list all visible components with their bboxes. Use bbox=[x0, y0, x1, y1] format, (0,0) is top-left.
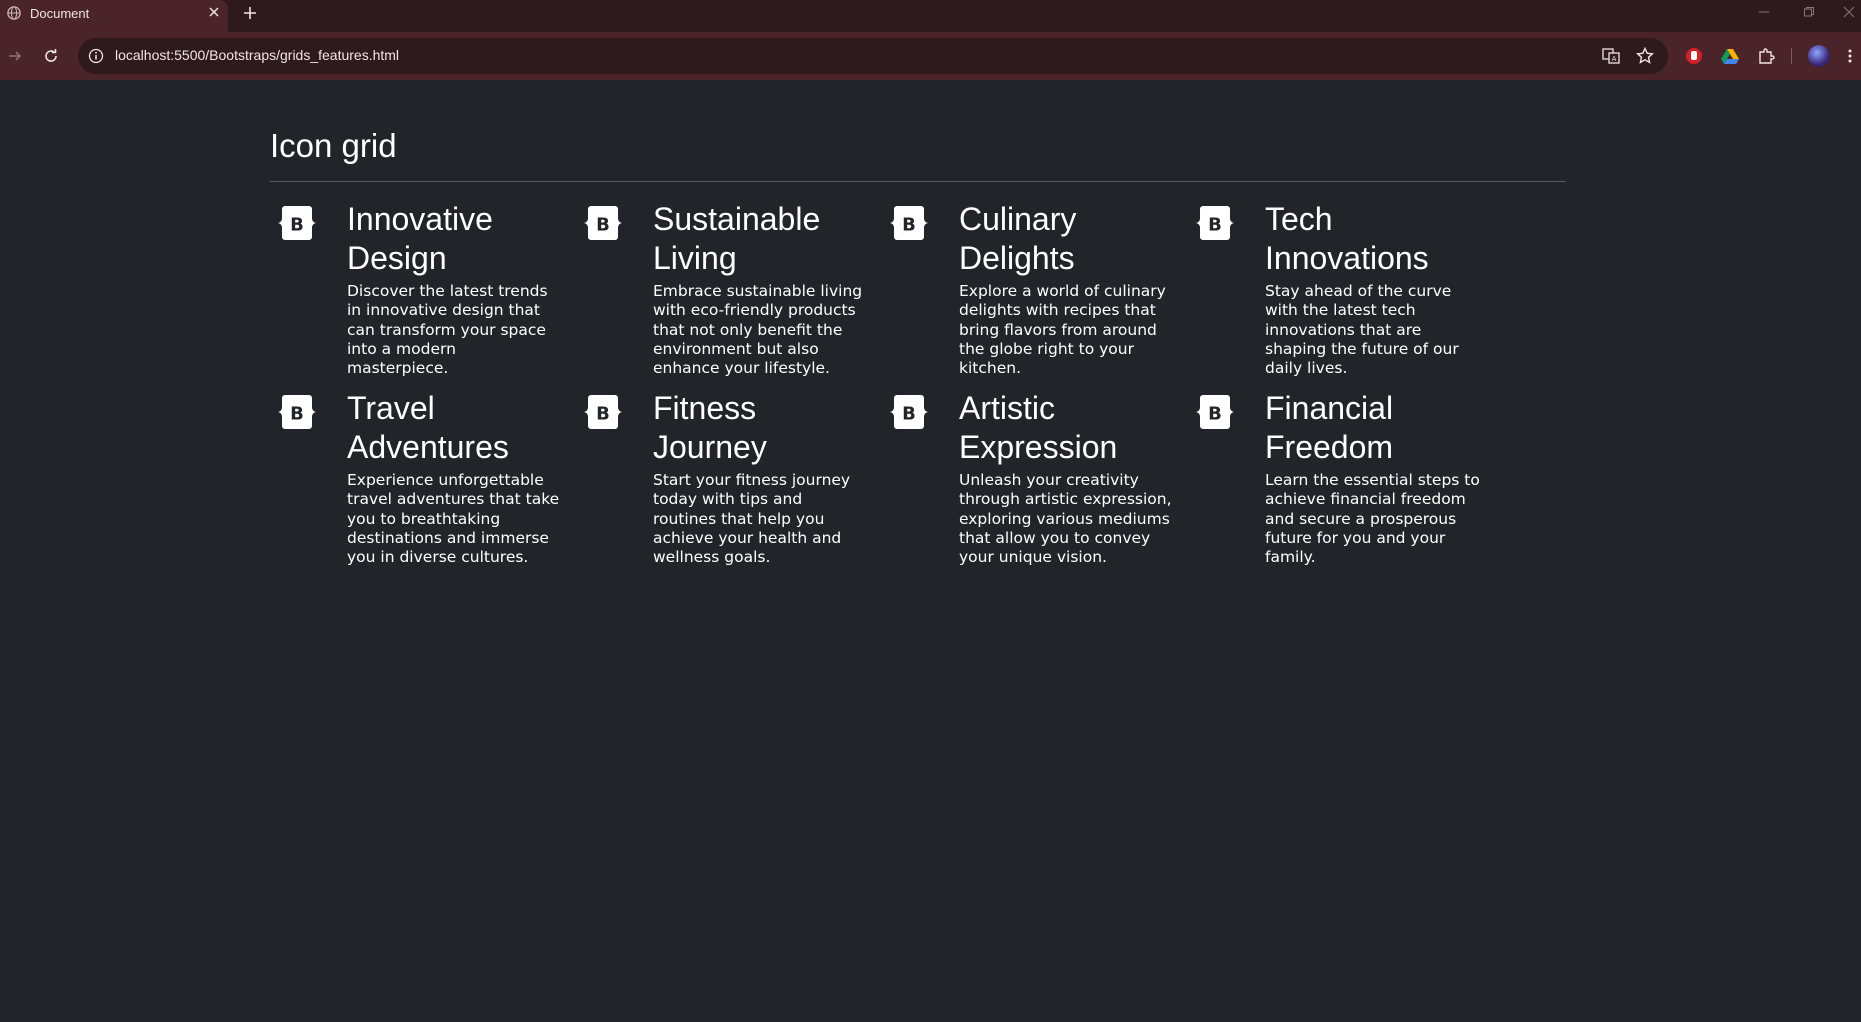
feature-item: B Sustainable Living Embrace sustainable… bbox=[576, 200, 882, 389]
feature-description: Discover the latest trends in innovative… bbox=[347, 282, 548, 378]
feature-description: Stay ahead of the curve with the latest … bbox=[1265, 282, 1459, 378]
close-window-icon[interactable] bbox=[1835, 2, 1861, 22]
feature-item: B Travel Adventures Experience unforgett… bbox=[270, 389, 576, 578]
bootstrap-icon: B bbox=[278, 206, 316, 240]
browser-toolbar: localhost:5500/Bootstraps/grids_features… bbox=[0, 32, 1861, 80]
svg-text:B: B bbox=[596, 215, 610, 236]
minimize-icon[interactable] bbox=[1750, 2, 1778, 22]
feature-title: Tech Innovations bbox=[1265, 201, 1429, 276]
feature-title: Fitness Journey bbox=[653, 390, 767, 465]
bootstrap-icon: B bbox=[278, 395, 316, 429]
feature-item: B Artistic Expression Unleash your creat… bbox=[882, 389, 1188, 578]
svg-text:B: B bbox=[902, 404, 916, 425]
feature-item: B Financial Freedom Learn the essential … bbox=[1188, 389, 1494, 578]
tab-title: Document bbox=[30, 6, 90, 21]
feature-item: B Culinary Delights Explore a world of c… bbox=[882, 200, 1188, 389]
puzzle-icon[interactable] bbox=[1754, 44, 1778, 68]
globe-icon bbox=[7, 6, 21, 20]
info-icon[interactable] bbox=[88, 48, 104, 64]
feature-title: Sustainable Living bbox=[653, 201, 821, 276]
feature-description: Experience unforgettable travel adventur… bbox=[347, 471, 560, 567]
feature-item: B Fitness Journey Start your fitness jou… bbox=[576, 389, 882, 578]
feature-description: Start your fitness journey today with ti… bbox=[653, 471, 851, 567]
bootstrap-icon: B bbox=[1196, 395, 1234, 429]
avatar[interactable] bbox=[1808, 45, 1830, 67]
forward-icon[interactable] bbox=[3, 44, 27, 68]
feature-description: Unleash your creativity through artistic… bbox=[959, 471, 1172, 567]
close-icon[interactable] bbox=[206, 4, 222, 20]
restore-icon[interactable] bbox=[1795, 2, 1823, 22]
tab-strip: Document bbox=[0, 0, 1861, 32]
drive-icon[interactable] bbox=[1718, 44, 1742, 68]
feature-title: Artistic Expression bbox=[959, 390, 1118, 465]
feature-title: Financial Freedom bbox=[1265, 390, 1394, 465]
bootstrap-icon: B bbox=[890, 206, 928, 240]
tab-document[interactable]: Document bbox=[0, 0, 228, 32]
bootstrap-icon: B bbox=[584, 395, 622, 429]
bootstrap-icon: B bbox=[890, 395, 928, 429]
translate-icon[interactable]: A bbox=[1601, 46, 1621, 66]
reload-icon[interactable] bbox=[39, 44, 63, 68]
address-bar[interactable]: localhost:5500/Bootstraps/grids_features… bbox=[78, 38, 1668, 74]
svg-text:A: A bbox=[1612, 55, 1617, 63]
svg-text:B: B bbox=[290, 215, 304, 236]
icon-grid: B Innovative Design Discover the latest … bbox=[270, 200, 1494, 578]
star-icon[interactable] bbox=[1635, 46, 1655, 66]
feature-item: B Innovative Design Discover the latest … bbox=[270, 200, 576, 389]
url-text: localhost:5500/Bootstraps/grids_features… bbox=[115, 47, 400, 63]
toolbar-divider bbox=[1791, 48, 1792, 64]
svg-text:B: B bbox=[902, 215, 916, 236]
bootstrap-icon: B bbox=[1196, 206, 1234, 240]
plus-icon[interactable] bbox=[240, 3, 260, 23]
feature-item: B Tech Innovations Stay ahead of the cur… bbox=[1188, 200, 1494, 389]
feature-title: Innovative Design bbox=[347, 201, 493, 276]
svg-text:B: B bbox=[290, 404, 304, 425]
svg-text:B: B bbox=[1208, 404, 1222, 425]
svg-text:B: B bbox=[1208, 215, 1222, 236]
page-title: Icon grid bbox=[270, 127, 397, 164]
feature-description: Explore a world of culinary delights wit… bbox=[959, 282, 1166, 378]
stop-extension-icon[interactable] bbox=[1682, 44, 1706, 68]
feature-description: Learn the essential steps to achieve fin… bbox=[1265, 471, 1480, 567]
svg-text:B: B bbox=[596, 404, 610, 425]
bootstrap-icon: B bbox=[584, 206, 622, 240]
feature-description: Embrace sustainable living with eco-frie… bbox=[653, 282, 863, 378]
menu-icon[interactable] bbox=[1843, 44, 1857, 68]
divider bbox=[270, 181, 1566, 182]
feature-title: Travel Adventures bbox=[347, 390, 509, 465]
feature-title: Culinary Delights bbox=[959, 201, 1077, 276]
